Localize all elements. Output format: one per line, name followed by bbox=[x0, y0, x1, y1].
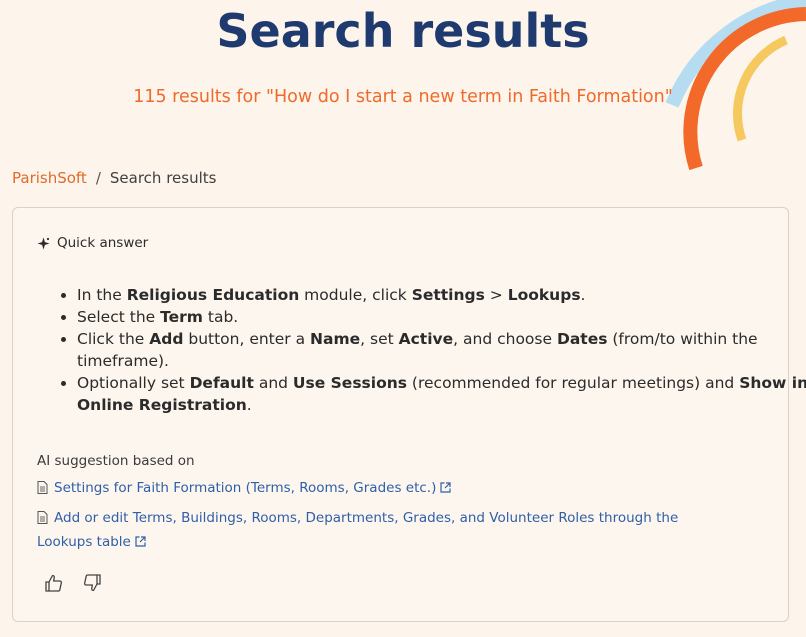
breadcrumb-home-link[interactable]: ParishSoft bbox=[12, 169, 87, 187]
search-results-page: Search results 115 results for "How do I… bbox=[0, 0, 806, 637]
quick-answer-label: Quick answer bbox=[57, 235, 149, 251]
thumbs-up-button[interactable] bbox=[43, 572, 65, 594]
answer-step: Optionally set Default and Use Sessions … bbox=[77, 372, 806, 416]
external-link-icon[interactable] bbox=[135, 532, 146, 554]
breadcrumb: ParishSoft / Search results bbox=[12, 169, 216, 187]
source-item: Add or edit Terms, Buildings, Rooms, Dep… bbox=[37, 507, 737, 554]
thumbs-down-icon bbox=[83, 574, 101, 592]
source-item: Settings for Faith Formation (Terms, Roo… bbox=[37, 477, 737, 501]
quick-answer-header: Quick answer bbox=[37, 235, 148, 251]
breadcrumb-current: Search results bbox=[109, 169, 217, 187]
document-icon bbox=[37, 509, 48, 531]
answer-step: In the Religious Education module, click… bbox=[77, 284, 806, 306]
quick-answer-card: Quick answer In the Religious Education … bbox=[12, 207, 806, 622]
external-link-icon[interactable] bbox=[440, 478, 451, 500]
source-link[interactable]: Settings for Faith Formation (Terms, Roo… bbox=[54, 480, 436, 496]
page-title: Search results bbox=[216, 4, 590, 58]
thumbs-up-icon bbox=[45, 574, 63, 592]
ai-suggestion-label: AI suggestion based on bbox=[37, 453, 195, 469]
sparkle-icon bbox=[37, 237, 50, 250]
source-link[interactable]: Add or edit Terms, Buildings, Rooms, Dep… bbox=[37, 510, 678, 550]
answer-step: Click the Add button, enter a Name, set … bbox=[77, 328, 806, 372]
thumbs-down-button[interactable] bbox=[81, 572, 103, 594]
answer-step: Select the Term tab. bbox=[77, 306, 806, 328]
answer-steps-list: In the Religious Education module, click… bbox=[37, 284, 806, 416]
feedback-buttons bbox=[43, 572, 103, 594]
results-summary: 115 results for "How do I start a new te… bbox=[133, 87, 673, 107]
breadcrumb-separator: / bbox=[95, 169, 101, 187]
document-icon bbox=[37, 479, 48, 501]
